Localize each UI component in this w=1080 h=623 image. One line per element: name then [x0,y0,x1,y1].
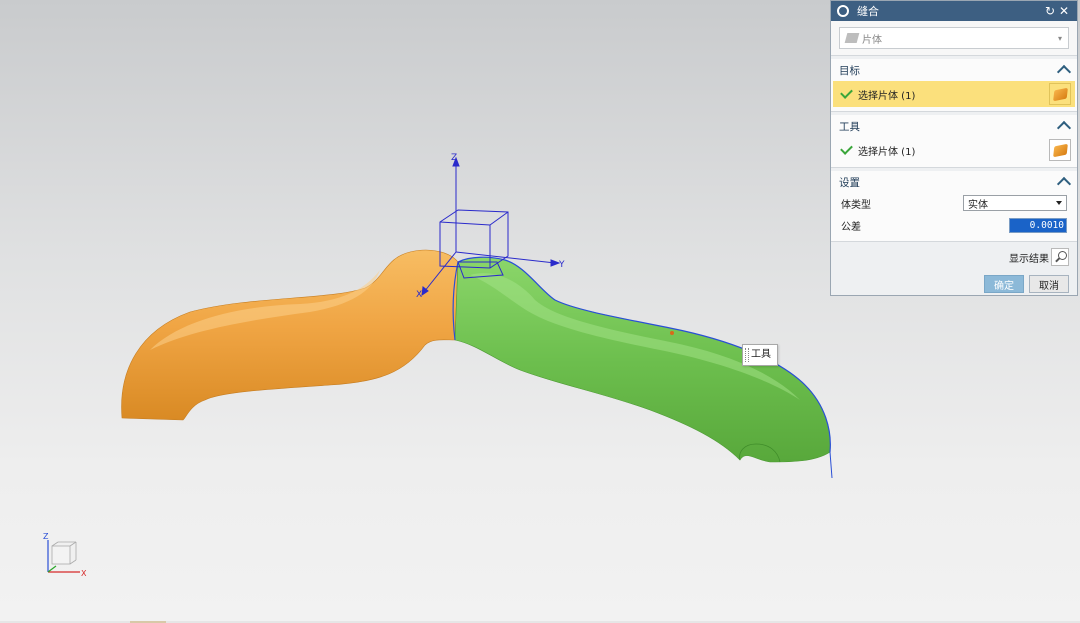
target-heading: 目标 [839,64,860,77]
collapse-chevron-icon[interactable] [1056,176,1072,192]
collapse-chevron-icon[interactable] [1056,64,1072,80]
ok-button[interactable]: 确定 [984,275,1024,293]
cancel-button[interactable]: 取消 [1029,275,1069,293]
csys-z-label: Z [451,153,457,163]
triad-z-label: Z [43,532,49,541]
target-select-label: 选择片体 (1) [858,90,916,102]
collapse-chevron-icon[interactable] [1056,120,1072,136]
type-section: 片体 ▾ [831,21,1077,56]
tool-heading: 工具 [839,120,860,133]
body-type-dropdown[interactable]: 实体 [963,195,1067,211]
type-select-value: 片体 [862,34,882,46]
tool-sheet-button[interactable] [1049,139,1071,161]
gear-icon[interactable] [837,5,849,17]
sew-dialog: 缝合 ↻ ✕ 片体 ▾ 目标 选择片体 (1) 工具 选择片体 (1) 设置 体… [830,0,1078,296]
sheet-body-icon [1052,87,1068,101]
target-section: 目标 选择片体 (1) [831,59,1077,112]
close-icon[interactable]: ✕ [1057,4,1071,18]
preview-row: 显示结果 [831,245,1077,269]
tool-select-sheet[interactable]: 选择片体 (1) [833,137,1075,163]
tolerance-input[interactable]: 0.0010 [1009,217,1067,233]
settings-section-header[interactable]: 设置 [831,171,1077,193]
csys-x-label: X [416,290,422,300]
target-section-header[interactable]: 目标 [831,59,1077,81]
tool-selection-tag: 工具 [742,344,778,366]
tool-section: 工具 选择片体 (1) [831,115,1077,168]
view-triad-icon [47,540,80,573]
show-result-button[interactable] [1051,248,1069,266]
dialog-titlebar[interactable]: 缝合 ↻ ✕ [831,1,1077,21]
sheet-body-icon [844,33,860,43]
tolerance-row: 公差 0.0010 [831,215,1077,235]
body-type-row: 体类型 实体 [831,193,1077,213]
settings-heading: 设置 [839,176,860,189]
body-type-value: 实体 [968,199,988,211]
edge-point-marker [670,331,674,335]
target-select-sheet[interactable]: 选择片体 (1) [833,81,1075,107]
show-result-label: 显示结果 [1009,253,1049,265]
chevron-down-icon: ▾ [1057,33,1062,43]
checkmark-icon [840,86,853,99]
tolerance-label: 公差 [841,221,861,233]
dialog-title: 缝合 [857,5,879,18]
reset-icon[interactable]: ↻ [1043,4,1057,18]
tool-select-label: 选择片体 (1) [858,146,916,158]
type-select[interactable]: 片体 ▾ [839,27,1069,49]
body-type-label: 体类型 [841,199,871,211]
edge-extension [829,451,833,479]
triad-x-label: X [81,569,87,578]
settings-section: 设置 体类型 实体 公差 0.0010 [831,171,1077,242]
sheet-body-icon [1052,143,1068,157]
tool-section-header[interactable]: 工具 [831,115,1077,137]
chevron-down-icon [1056,201,1062,205]
checkmark-icon [840,142,853,155]
dialog-buttons: 确定 取消 [831,269,1077,299]
csys-y-label: Y [558,260,565,270]
target-sheet-button[interactable] [1049,83,1071,105]
